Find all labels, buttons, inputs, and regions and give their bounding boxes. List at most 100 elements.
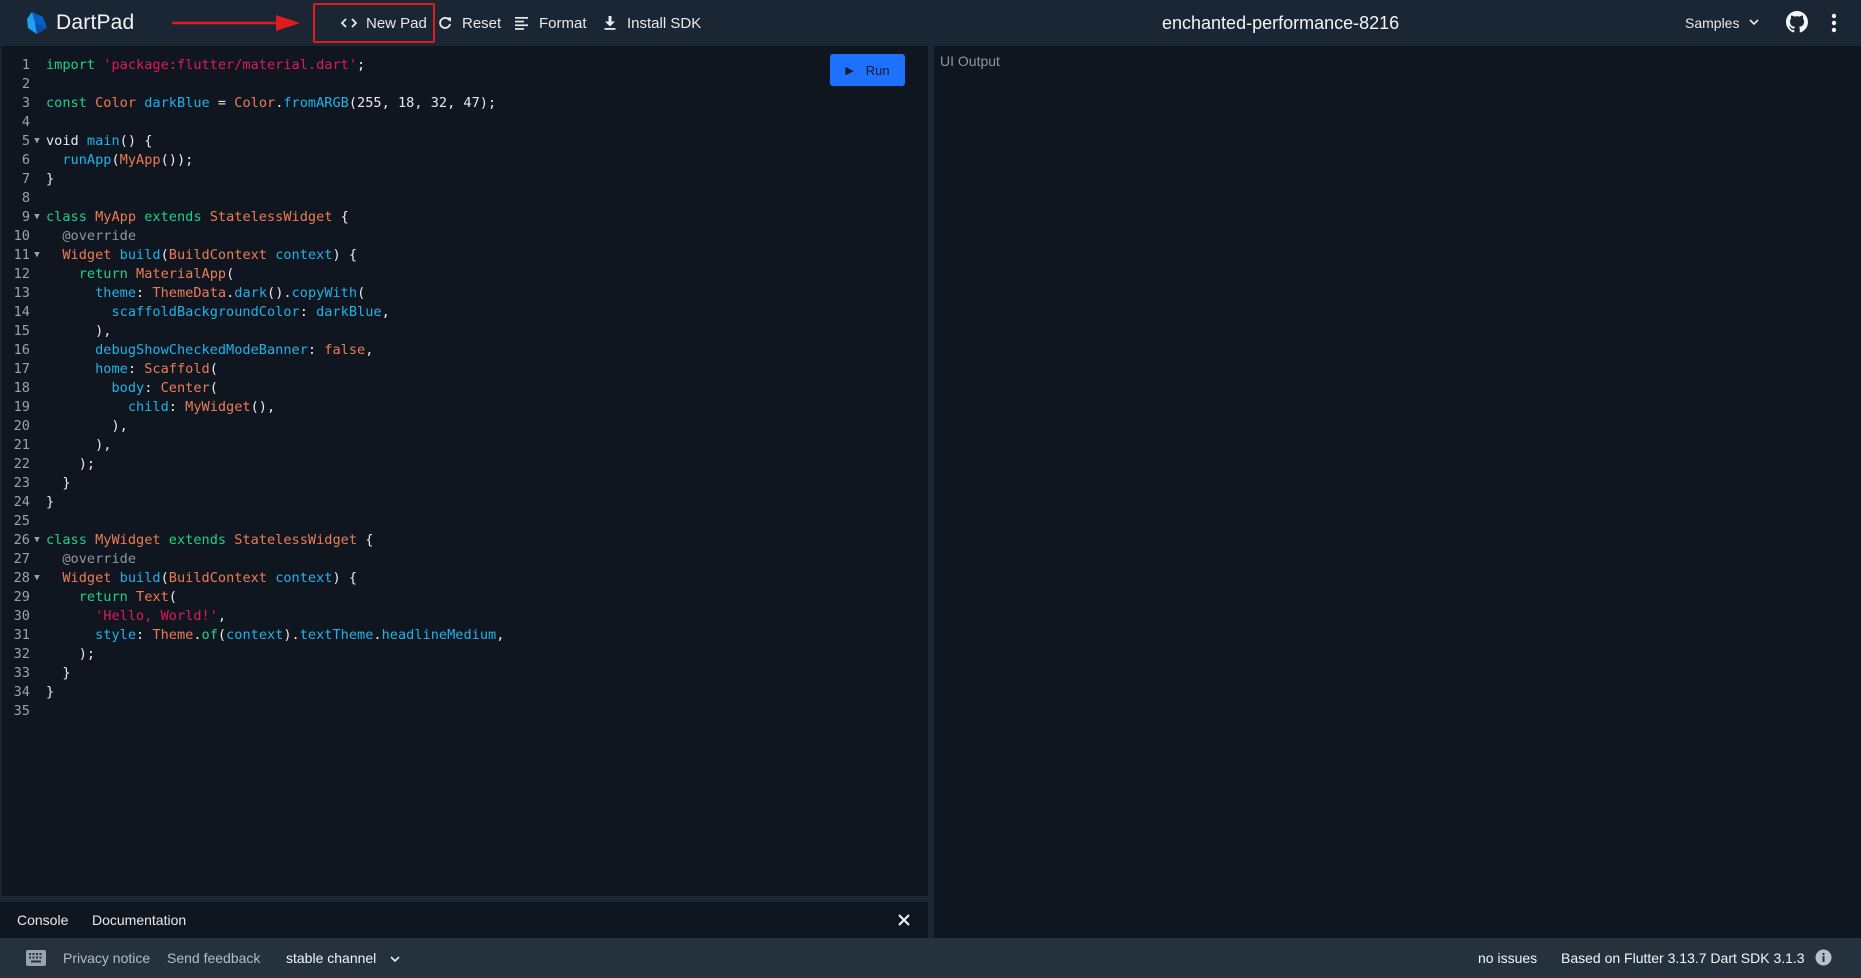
format-button[interactable]: Format (513, 0, 587, 46)
code-line[interactable]: 13 theme: ThemeData.dark().copyWith( (2, 284, 504, 303)
code-text[interactable]: Widget build(BuildContext context) { (44, 246, 357, 265)
fold-toggle-icon[interactable]: ▼ (30, 246, 44, 265)
code-text[interactable]: ); (44, 645, 95, 664)
code-line[interactable]: 6 runApp(MyApp()); (2, 151, 504, 170)
info-icon[interactable] (1815, 949, 1832, 966)
code-text[interactable]: debugShowCheckedModeBanner: false, (44, 341, 373, 360)
code-line[interactable]: 3 const Color darkBlue = Color.fromARGB(2… (2, 94, 504, 113)
code-line[interactable]: 11 ▼ Widget build(BuildContext context) { (2, 246, 504, 265)
tab-documentation[interactable]: Documentation (92, 902, 186, 938)
issues-status[interactable]: no issues (1478, 938, 1537, 978)
code-line[interactable]: 22 ); (2, 455, 504, 474)
code-text[interactable]: } (44, 493, 54, 512)
code-line[interactable]: 20 ), (2, 417, 504, 436)
code-line[interactable]: 23 } (2, 474, 504, 493)
run-button[interactable]: ▶ Run (830, 54, 905, 86)
code-line[interactable]: 32 ); (2, 645, 504, 664)
code-text[interactable]: } (44, 664, 70, 683)
close-icon[interactable] (895, 911, 913, 929)
more-vert-icon[interactable] (1830, 12, 1838, 34)
code-text[interactable] (44, 512, 46, 531)
code-text[interactable]: body: Center( (44, 379, 217, 398)
code-text[interactable]: @override (44, 227, 136, 246)
code-text[interactable]: ), (44, 322, 111, 341)
code-line[interactable]: 7} (2, 170, 504, 189)
code-line[interactable]: 14 scaffoldBackgroundColor: darkBlue, (2, 303, 504, 322)
fold-toggle-icon[interactable]: ▼ (30, 132, 44, 151)
code-line[interactable]: 25 (2, 512, 504, 531)
code-line[interactable]: 5 ▼ void main() { (2, 132, 504, 151)
privacy-notice-link[interactable]: Privacy notice (63, 938, 150, 978)
code-line[interactable]: 12 return MaterialApp( (2, 265, 504, 284)
code-text[interactable]: ), (44, 417, 127, 436)
code-text[interactable]: ); (44, 455, 95, 474)
install-sdk-button[interactable]: Install SDK (601, 0, 701, 46)
code-line[interactable]: 28 ▼ Widget build(BuildContext context) { (2, 569, 504, 588)
code-text[interactable]: @override (44, 550, 136, 569)
code-lines[interactable]: 1 import 'package:flutter/material.dart';… (2, 56, 505, 721)
code-text[interactable]: const Color darkBlue = Color.fromARGB(25… (44, 94, 496, 113)
code-text[interactable] (44, 189, 46, 208)
code-text[interactable]: 'Hello, World!', (44, 607, 226, 626)
code-text[interactable]: theme: ThemeData.dark().copyWith( (44, 284, 365, 303)
code-text[interactable]: return Text( (44, 588, 177, 607)
github-icon[interactable] (1786, 11, 1808, 33)
code-text[interactable]: void main() { (44, 132, 152, 151)
code-line[interactable]: 29 return Text( (2, 588, 504, 607)
line-number: 28 (13, 570, 30, 586)
fold-toggle-icon[interactable]: ▼ (30, 569, 44, 588)
code-text[interactable]: class MyWidget extends StatelessWidget { (44, 531, 373, 550)
code-line[interactable]: 2 (2, 75, 504, 94)
reset-button[interactable]: Reset (436, 0, 501, 46)
code-line[interactable]: 4 (2, 113, 504, 132)
code-text[interactable] (44, 702, 46, 721)
code-line[interactable]: 27 @override (2, 550, 504, 569)
code-line[interactable]: 26 ▼ class MyWidget extends StatelessWidge… (2, 531, 504, 550)
code-text[interactable]: style: Theme.of(context).textTheme.headl… (44, 626, 504, 645)
code-text[interactable]: home: Scaffold( (44, 360, 218, 379)
code-text[interactable]: return MaterialApp( (44, 265, 235, 284)
code-text[interactable]: Widget build(BuildContext context) { (44, 569, 357, 588)
code-line[interactable]: 31 style: Theme.of(context).textTheme.he… (2, 626, 505, 645)
code-line[interactable]: 21 ), (2, 436, 504, 455)
code-text[interactable]: ), (44, 436, 111, 455)
channel-dropdown[interactable]: stable channel (286, 938, 400, 978)
tab-console[interactable]: Console (17, 902, 68, 938)
code-text[interactable]: child: MyWidget(), (44, 398, 275, 417)
code-text[interactable] (44, 75, 46, 94)
code-text[interactable]: } (44, 170, 54, 189)
code-line[interactable]: 17 home: Scaffold( (2, 360, 504, 379)
code-line[interactable]: 16 debugShowCheckedModeBanner: false, (2, 341, 504, 360)
code-line[interactable]: 10 @override (2, 227, 504, 246)
code-line[interactable]: 8 (2, 189, 504, 208)
samples-dropdown[interactable]: Samples (1685, 0, 1760, 46)
code-line[interactable]: 35 (2, 702, 504, 721)
code-line[interactable]: 19 child: MyWidget(), (2, 398, 504, 417)
send-feedback-link[interactable]: Send feedback (167, 938, 260, 978)
line-number: 21 (13, 437, 30, 453)
code-text[interactable]: import 'package:flutter/material.dart'; (44, 56, 365, 75)
code-line[interactable]: 18 body: Center( (2, 379, 504, 398)
code-text[interactable]: class MyApp extends StatelessWidget { (44, 208, 349, 227)
code-line[interactable]: 1 import 'package:flutter/material.dart'; (2, 56, 504, 75)
keyboard-icon[interactable] (26, 950, 46, 966)
pad-title[interactable]: enchanted-performance-8216 (1162, 0, 1399, 46)
code-line[interactable]: 15 ), (2, 322, 504, 341)
code-line[interactable]: 34} (2, 683, 504, 702)
fold-toggle-icon[interactable]: ▼ (30, 208, 44, 227)
code-text[interactable]: } (44, 683, 54, 702)
fold-toggle-icon[interactable]: ▼ (30, 531, 44, 550)
code-text[interactable] (44, 113, 46, 132)
fold-gutter (30, 626, 44, 645)
code-text[interactable]: } (44, 474, 70, 493)
code-line[interactable]: 33 } (2, 664, 504, 683)
code-line[interactable]: 24} (2, 493, 504, 512)
code-line[interactable]: 9 ▼ class MyApp extends StatelessWidget { (2, 208, 504, 227)
code-text[interactable]: runApp(MyApp()); (44, 151, 193, 170)
code-line[interactable]: 30 'Hello, World!', (2, 607, 504, 626)
code-editor[interactable]: 1 import 'package:flutter/material.dart';… (0, 46, 930, 896)
code-text[interactable]: scaffoldBackgroundColor: darkBlue, (44, 303, 389, 322)
new-pad-button[interactable]: New Pad (340, 0, 427, 46)
app-logo[interactable]: DartPad (26, 0, 134, 46)
line-number: 8 (21, 190, 30, 206)
